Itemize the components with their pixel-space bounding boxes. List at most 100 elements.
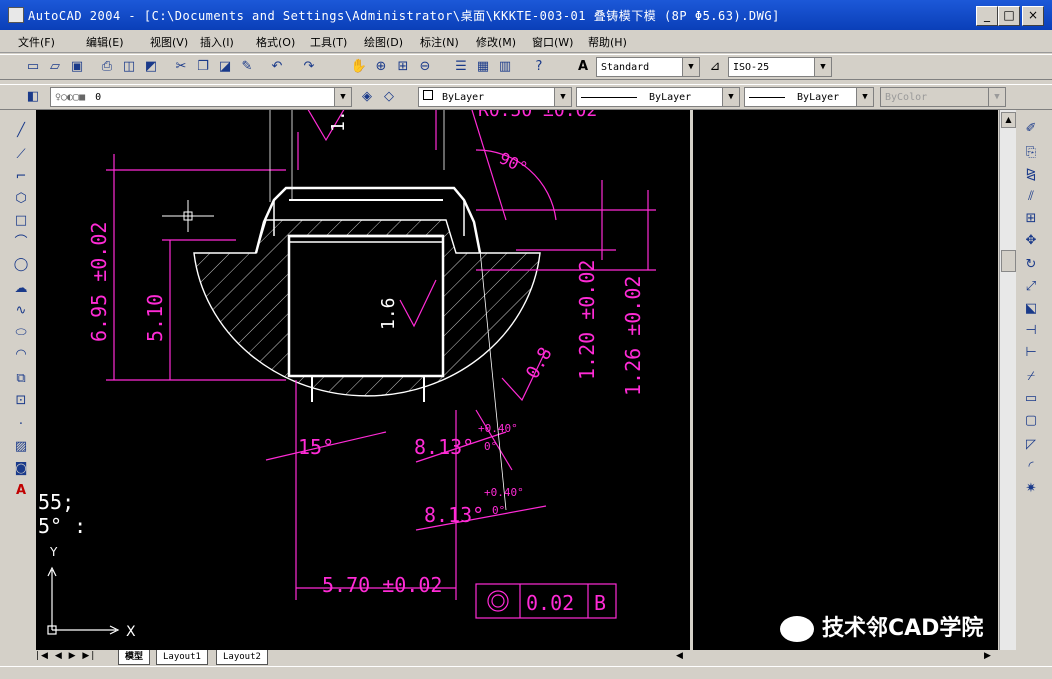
match-properties-icon[interactable]: ✎	[238, 58, 256, 76]
new-icon[interactable]: ▭	[24, 58, 42, 76]
make-current-icon[interactable]: ◈	[358, 88, 376, 106]
rectangle-icon[interactable]: □	[12, 212, 30, 230]
mirror-icon[interactable]: ⧎	[1022, 166, 1040, 184]
tab-layout2[interactable]: Layout2	[216, 650, 268, 665]
menu-draw[interactable]: 绘图(D)	[364, 34, 403, 50]
chevron-down-icon[interactable]: ▼	[856, 88, 873, 106]
line-icon[interactable]: ╱	[12, 122, 30, 140]
chevron-down-icon[interactable]: ▼	[334, 88, 351, 106]
paste-icon[interactable]: ◪	[216, 58, 234, 76]
point-icon[interactable]: ·	[12, 416, 30, 434]
scale-icon[interactable]: ⤢	[1022, 278, 1040, 296]
chevron-down-icon[interactable]: ▼	[814, 58, 831, 76]
drawing-viewport[interactable]: 6.95 ±0.02 5.10 1.20 ±0.02 1.26 ±0.02 5.…	[36, 110, 690, 650]
extend-icon[interactable]: ⊢	[1022, 344, 1040, 362]
zoom-previous-icon[interactable]: ⊖	[416, 58, 434, 76]
undo-icon[interactable]: ↶	[268, 58, 286, 76]
drawing-viewport-right[interactable]	[693, 110, 998, 650]
menu-dimension[interactable]: 标注(N)	[420, 34, 459, 50]
app-icon[interactable]	[8, 7, 24, 23]
layer-select[interactable]: ♀◯◐▢■ 0 ▼	[50, 87, 352, 107]
chevron-down-icon[interactable]: ▼	[988, 88, 1005, 106]
print-icon[interactable]: ⎙	[98, 58, 116, 76]
make-block-icon[interactable]: ⊡	[12, 392, 30, 410]
text-style-select[interactable]: Standard ▼	[596, 57, 700, 77]
scroll-left-icon[interactable]: ◀	[676, 651, 683, 661]
arc-icon[interactable]: ⌒	[12, 234, 30, 252]
preview-icon[interactable]: ◫	[120, 58, 138, 76]
cut-icon[interactable]: ✂	[172, 58, 190, 76]
lineweight-select[interactable]: ByLayer ▼	[744, 87, 874, 107]
spline-icon[interactable]: ∿	[12, 302, 30, 320]
array-icon[interactable]: ⊞	[1022, 210, 1040, 228]
menu-modify[interactable]: 修改(M)	[476, 34, 516, 50]
zoom-window-icon[interactable]: ⊞	[394, 58, 412, 76]
tab-model[interactable]: 模型	[118, 650, 151, 665]
properties-icon[interactable]: ☰	[452, 58, 470, 76]
dim-90-deg[interactable]: 90°	[496, 148, 530, 177]
vertical-scrollbar[interactable]: ▲	[999, 110, 1016, 650]
region-icon[interactable]: ◙	[12, 460, 30, 478]
polyline-icon[interactable]: ⌐	[12, 168, 30, 186]
dim-style-select[interactable]: ISO-25 ▼	[728, 57, 832, 77]
drawing-canvas[interactable]: 6.95 ±0.02 5.10 1.20 ±0.02 1.26 ±0.02 5.…	[36, 110, 690, 650]
explode-icon[interactable]: ✷	[1022, 480, 1040, 498]
scroll-thumb[interactable]	[1001, 250, 1016, 272]
menu-window[interactable]: 窗口(W)	[532, 34, 573, 50]
dim-8-13-deg-a[interactable]: 8.13°	[414, 435, 474, 459]
dim-1-20[interactable]: 1.20 ±0.02	[575, 260, 599, 380]
redo-icon[interactable]: ↷	[300, 58, 318, 76]
dim-1-26[interactable]: 1.26 ±0.02	[621, 276, 645, 396]
save-icon[interactable]: ▣	[68, 58, 86, 76]
rotate-icon[interactable]: ↻	[1022, 256, 1040, 274]
tool-palettes-icon[interactable]: ▥	[496, 58, 514, 76]
fillet-icon[interactable]: ◜	[1022, 458, 1040, 476]
insert-block-icon[interactable]: ⧉	[12, 370, 30, 388]
layer-previous-icon[interactable]: ◇	[380, 88, 398, 106]
tab-nav-arrows-icon[interactable]: |◀ ◀ ▶ ▶|	[36, 651, 96, 661]
tab-layout1[interactable]: Layout1	[156, 650, 208, 665]
chamfer-icon[interactable]: ◸	[1022, 436, 1040, 454]
erase-icon[interactable]: ✐	[1022, 120, 1040, 138]
menu-help[interactable]: 帮助(H)	[588, 34, 627, 50]
dim-top-radius[interactable]: R0.50 ±0.02	[478, 110, 597, 121]
close-button[interactable]: ×	[1022, 6, 1044, 26]
scroll-right-icon[interactable]: ▶	[984, 651, 991, 661]
construction-line-icon[interactable]: ⟋	[12, 146, 30, 164]
menu-view[interactable]: 视图(V)	[150, 34, 188, 50]
publish-icon[interactable]: ◩	[142, 58, 160, 76]
join-icon[interactable]: ▢	[1022, 412, 1040, 430]
dim-8-13-deg-b[interactable]: 8.13°	[424, 503, 484, 527]
plotstyle-select[interactable]: ByColor ▼	[880, 87, 1006, 107]
menu-file[interactable]: 文件(F)	[18, 34, 55, 50]
offset-icon[interactable]: ⫽	[1022, 188, 1040, 206]
polygon-icon[interactable]: ⬡	[12, 190, 30, 208]
help-icon[interactable]: ?	[530, 58, 548, 76]
linetype-select[interactable]: ByLayer ▼	[576, 87, 740, 107]
copy-object-icon[interactable]: ⎘	[1022, 144, 1040, 162]
maximize-button[interactable]: □	[998, 6, 1020, 26]
chevron-down-icon[interactable]: ▼	[554, 88, 571, 106]
zoom-realtime-icon[interactable]: ⊕	[372, 58, 390, 76]
copy-icon[interactable]: ❐	[194, 58, 212, 76]
design-center-icon[interactable]: ▦	[474, 58, 492, 76]
layer-manager-icon[interactable]: ◧	[24, 88, 42, 106]
stretch-icon[interactable]: ⬕	[1022, 300, 1040, 318]
menu-insert[interactable]: 插入(I)	[200, 34, 234, 50]
dim-15-deg[interactable]: 15°	[298, 435, 334, 459]
move-icon[interactable]: ✥	[1022, 232, 1040, 250]
dim-5-10[interactable]: 5.10	[143, 294, 167, 342]
trim-icon[interactable]: ⊣	[1022, 322, 1040, 340]
hatch-icon[interactable]: ▨	[12, 438, 30, 456]
break-at-point-icon[interactable]: ⌿	[1022, 368, 1040, 386]
open-icon[interactable]: ▱	[46, 58, 64, 76]
minimize-button[interactable]: _	[976, 6, 998, 26]
scroll-up-icon[interactable]: ▲	[1001, 112, 1016, 128]
revision-cloud-icon[interactable]: ☁	[12, 280, 30, 298]
color-select[interactable]: ByLayer ▼	[418, 87, 572, 107]
ellipse-icon[interactable]: ⬭	[12, 324, 30, 342]
multiline-text-icon[interactable]: A	[12, 482, 30, 500]
menu-edit[interactable]: 编辑(E)	[86, 34, 124, 50]
pan-icon[interactable]: ✋	[350, 58, 368, 76]
menu-tools[interactable]: 工具(T)	[310, 34, 347, 50]
